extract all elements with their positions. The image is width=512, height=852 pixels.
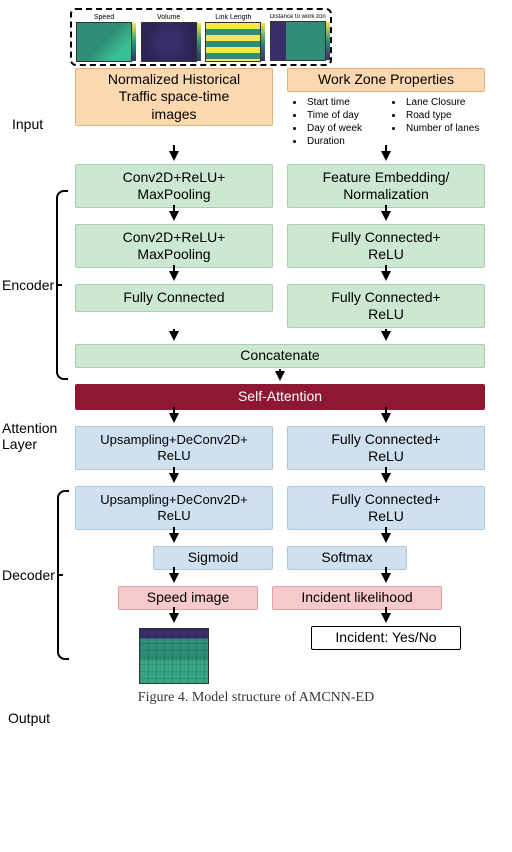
output-incident-verdict: Incident: Yes/No (311, 626, 461, 650)
arrow-down-icon (381, 211, 391, 221)
arrow-down-icon (381, 533, 391, 543)
encoder-conv1: Conv2D+ReLU+ MaxPooling (75, 164, 273, 208)
output-speed-heatmap (139, 628, 209, 684)
output-incident-likelihood: Incident likelihood (272, 586, 442, 610)
input-historical-images: Normalized Historical Traffic space-time… (75, 68, 273, 126)
arrow-down-icon (169, 613, 179, 623)
wz-prop: Number of lanes (392, 122, 483, 135)
historical-images-strip: Speed Volume Link Length Distance to wor… (70, 8, 332, 66)
stage-label-text: Decoder (2, 567, 55, 583)
arrow-down-icon (381, 151, 391, 161)
stage-label-decoder: Decoder (2, 490, 69, 660)
wz-prop: Time of day (293, 109, 384, 122)
arrow-down-icon (275, 371, 285, 381)
thumb-distance: Distance to work zone (270, 14, 326, 62)
decoder-deconv1: Upsampling+DeConv2D+ ReLU (75, 426, 273, 470)
self-attention-layer: Self-Attention (75, 384, 485, 410)
decoder-softmax: Softmax (287, 546, 407, 570)
thumb-label: Distance to work zone (270, 14, 326, 20)
encoder-embed: Feature Embedding/ Normalization (287, 164, 485, 208)
arrow-down-icon (381, 413, 391, 423)
arrow-down-icon (381, 473, 391, 483)
arrow-down-icon (169, 331, 179, 341)
wz-prop: Duration (293, 135, 384, 148)
workzone-properties-list: Start time Lane Closure Time of day Road… (293, 96, 483, 148)
encoder-fc-r1: Fully Connected+ ReLU (287, 224, 485, 268)
workzone-title: Work Zone Properties (287, 68, 485, 92)
thumb-label: Speed (76, 14, 132, 21)
decoder-fc2: Fully Connected+ ReLU (287, 486, 485, 530)
arrow-down-icon (381, 613, 391, 623)
encoder-fc-r2: Fully Connected+ ReLU (287, 284, 485, 328)
arrow-down-icon (169, 533, 179, 543)
stage-label-input: Input (12, 116, 43, 132)
encoder-conv2: Conv2D+ReLU+ MaxPooling (75, 224, 273, 268)
arrow-down-icon (169, 573, 179, 583)
decoder-sigmoid: Sigmoid (153, 546, 273, 570)
wz-prop: Lane Closure (392, 96, 483, 109)
wz-prop: Start time (293, 96, 384, 109)
arrow-down-icon (381, 271, 391, 281)
arrow-down-icon (169, 211, 179, 221)
stage-label-encoder: Encoder (2, 190, 68, 380)
encoder-concatenate: Concatenate (75, 344, 485, 368)
stage-label-text: Encoder (2, 277, 54, 293)
wz-prop: Day of week (293, 122, 384, 135)
thumb-label: Volume (141, 14, 197, 21)
arrow-down-icon (169, 413, 179, 423)
decoder-deconv2: Upsampling+DeConv2D+ ReLU (75, 486, 273, 530)
decoder-fc1: Fully Connected+ ReLU (287, 426, 485, 470)
arrow-down-icon (381, 331, 391, 341)
figure-caption: Figure 4. Model structure of AMCNN-ED (0, 690, 512, 706)
thumb-linklength: Link Length (205, 14, 261, 62)
stage-label-attention: Attention Layer (2, 420, 57, 452)
thumb-speed: Speed (76, 14, 132, 62)
wz-prop: Road type (392, 109, 483, 122)
arrow-down-icon (169, 271, 179, 281)
output-speed-image: Speed image (118, 586, 258, 610)
arrow-down-icon (169, 473, 179, 483)
arrow-down-icon (169, 151, 179, 161)
encoder-fc-l: Fully Connected (75, 284, 273, 312)
input-workzone-properties: Work Zone Properties Start time Lane Clo… (287, 68, 485, 148)
stage-label-output: Output (8, 710, 50, 726)
thumb-volume: Volume (141, 14, 197, 62)
arrow-down-icon (381, 573, 391, 583)
thumb-label: Link Length (205, 14, 261, 21)
